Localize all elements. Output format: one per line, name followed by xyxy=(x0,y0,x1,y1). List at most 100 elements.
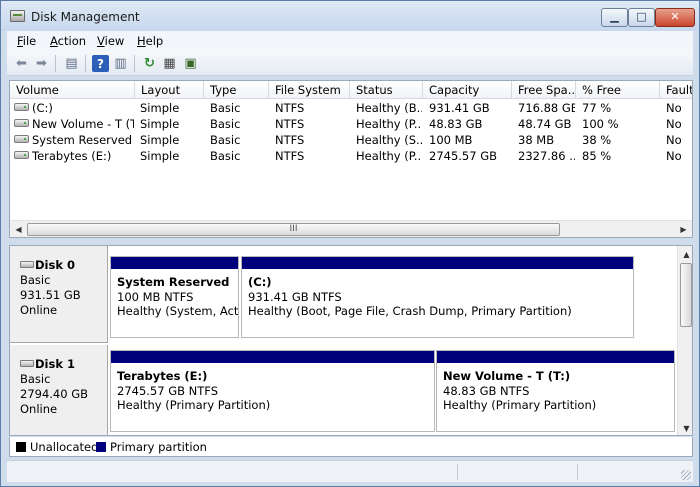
partition-size: 100 MB NTFS xyxy=(117,289,194,304)
cell-free-space: 716.88 GB xyxy=(518,101,575,115)
cell-free-space: 38 MB xyxy=(518,133,555,147)
scroll-down-button[interactable]: ▼ xyxy=(678,420,692,435)
partition-status: Healthy (System, Active xyxy=(117,304,238,318)
disk-management-window: Disk Management ▁ □ ✕ File Action View H… xyxy=(0,0,700,487)
maximize-button[interactable]: □ xyxy=(628,8,655,27)
rescan-disks-button[interactable]: ▣ xyxy=(182,55,199,72)
action-pane-icon: ▥ xyxy=(114,56,127,71)
partition-system-reserved[interactable]: System Reserved 100 MB NTFS Healthy (Sys… xyxy=(110,256,239,338)
drive-icon xyxy=(14,119,29,127)
console-tree-icon: ▤ xyxy=(65,56,78,71)
cell-layout: Simple xyxy=(140,149,180,163)
show-console-tree-button[interactable]: ▤ xyxy=(63,55,80,72)
vertical-scrollbar[interactable]: ▲ ▼ xyxy=(677,246,692,435)
scroll-right-button[interactable]: ▶ xyxy=(675,221,692,237)
table-row[interactable]: New Volume - T (T:) Simple Basic NTFS He… xyxy=(10,115,692,131)
scroll-left-button[interactable]: ◀ xyxy=(10,221,27,237)
disk-1-name: Disk 1 xyxy=(35,357,75,371)
forward-button[interactable]: ➡ xyxy=(33,55,50,72)
column-header-status[interactable]: Status xyxy=(350,81,423,99)
cell-capacity: 931.41 GB xyxy=(429,101,490,115)
table-row[interactable]: (C:) Simple Basic NTFS Healthy (B... 931… xyxy=(10,99,692,115)
properties-button[interactable]: ▦ xyxy=(161,55,178,72)
cell-file-system: NTFS xyxy=(275,117,305,131)
maximize-icon: □ xyxy=(636,10,647,23)
partition-terabytes-e[interactable]: Terabytes (E:) 2745.57 GB NTFS Healthy (… xyxy=(110,350,435,432)
partition-size: 2745.57 GB NTFS xyxy=(117,383,219,398)
column-header-fault-tolerance[interactable]: Fault xyxy=(660,81,692,99)
show-action-pane-button[interactable]: ▥ xyxy=(112,55,129,72)
horizontal-scrollbar[interactable]: ◀ III ▶ xyxy=(10,220,692,237)
table-row[interactable]: Terabytes (E:) Simple Basic NTFS Healthy… xyxy=(10,147,692,163)
menu-view[interactable]: View xyxy=(97,34,124,48)
forward-icon: ➡ xyxy=(36,56,47,71)
disk-0-heading: Disk 0 xyxy=(20,258,107,273)
menu-help[interactable]: Help xyxy=(137,34,163,48)
partition-c[interactable]: (C:) 931.41 GB NTFS Healthy (Boot, Page … xyxy=(241,256,634,338)
legend: Unallocated Primary partition xyxy=(9,437,693,457)
disk-1-info[interactable]: Disk 1 Basic 2794.40 GB Online xyxy=(10,345,108,435)
column-header-free-space[interactable]: Free Spa... xyxy=(512,81,576,99)
cell-type: Basic xyxy=(210,101,241,115)
menu-bar: File Action View Help xyxy=(7,31,693,51)
refresh-button[interactable]: ↻ xyxy=(141,55,158,72)
table-row[interactable]: System Reserved Simple Basic NTFS Health… xyxy=(10,131,692,147)
resize-grip[interactable] xyxy=(681,470,691,480)
disk-0-size: 931.51 GB xyxy=(20,288,81,302)
drive-icon xyxy=(14,151,29,159)
column-header-percent-free[interactable]: % Free xyxy=(576,81,660,99)
minimize-button[interactable]: ▁ xyxy=(601,8,628,27)
help-icon: ? xyxy=(97,56,104,71)
vertical-scroll-thumb[interactable] xyxy=(680,263,692,327)
menu-action-rest: ction xyxy=(57,34,87,48)
properties-icon: ▦ xyxy=(163,56,176,71)
partition-status: Healthy (Boot, Page File, Crash Dump, Pr… xyxy=(248,304,572,318)
status-pane xyxy=(577,464,693,480)
menu-action[interactable]: Action xyxy=(50,34,86,48)
toolbar-separator xyxy=(55,55,56,72)
status-pane xyxy=(457,464,577,480)
column-header-type[interactable]: Type xyxy=(204,81,269,99)
drive-icon xyxy=(14,135,29,143)
cell-free-space: 48.74 GB xyxy=(518,117,572,131)
menu-help-rest: elp xyxy=(145,34,164,48)
cell-status: Healthy (P... xyxy=(356,149,422,163)
legend-label-primary-partition: Primary partition xyxy=(110,440,207,454)
cell-file-system: NTFS xyxy=(275,101,305,115)
cell-percent-free: 77 % xyxy=(582,101,612,115)
cell-fault-tolerance: No xyxy=(666,101,682,115)
cell-layout: Simple xyxy=(140,117,180,131)
title-bar[interactable]: Disk Management ▁ □ ✕ xyxy=(1,1,699,31)
column-header-layout[interactable]: Layout xyxy=(135,81,204,99)
partition-details: Terabytes (E:) 2745.57 GB NTFS Healthy (… xyxy=(111,363,434,431)
partition-title: System Reserved xyxy=(117,275,230,289)
menu-file[interactable]: File xyxy=(17,34,36,48)
cell-type: Basic xyxy=(210,117,241,131)
close-button[interactable]: ✕ xyxy=(655,8,695,27)
cell-capacity: 2745.57 GB xyxy=(429,149,498,163)
disk-0-name: Disk 0 xyxy=(35,258,75,272)
toolbar-separator xyxy=(134,55,135,72)
cell-fault-tolerance: No xyxy=(666,133,682,147)
primary-partition-bar xyxy=(437,351,674,363)
disk-0-info[interactable]: Disk 0 Basic 931.51 GB Online xyxy=(10,246,108,343)
cell-free-space: 2327.86 ... xyxy=(518,149,575,163)
menu-view-accel: V xyxy=(97,34,105,48)
column-header-volume[interactable]: Volume xyxy=(10,81,135,99)
column-header-file-system[interactable]: File System xyxy=(269,81,350,99)
help-button[interactable]: ? xyxy=(92,55,109,72)
partition-details: New Volume - T (T:) 48.83 GB NTFS Health… xyxy=(437,363,674,431)
partition-new-volume-t[interactable]: New Volume - T (T:) 48.83 GB NTFS Health… xyxy=(436,350,675,432)
toolbar: ⬅ ➡ ▤ ? ▥ ↻ ▦ ▣ xyxy=(7,51,693,76)
column-header-capacity[interactable]: Capacity xyxy=(423,81,512,99)
cell-fault-tolerance: No xyxy=(666,117,682,131)
disk-1-size: 2794.40 GB xyxy=(20,387,89,401)
disk-graph-pane: Disk 0 Basic 931.51 GB Online System Res… xyxy=(9,245,693,436)
rescan-disks-icon: ▣ xyxy=(184,56,197,71)
back-button[interactable]: ⬅ xyxy=(13,55,30,72)
disk-management-icon xyxy=(10,10,25,22)
scroll-up-button[interactable]: ▲ xyxy=(678,246,692,263)
cell-percent-free: 38 % xyxy=(582,133,612,147)
cell-volume: New Volume - T (T:) xyxy=(32,117,134,131)
horizontal-scroll-thumb[interactable]: III xyxy=(27,223,560,236)
